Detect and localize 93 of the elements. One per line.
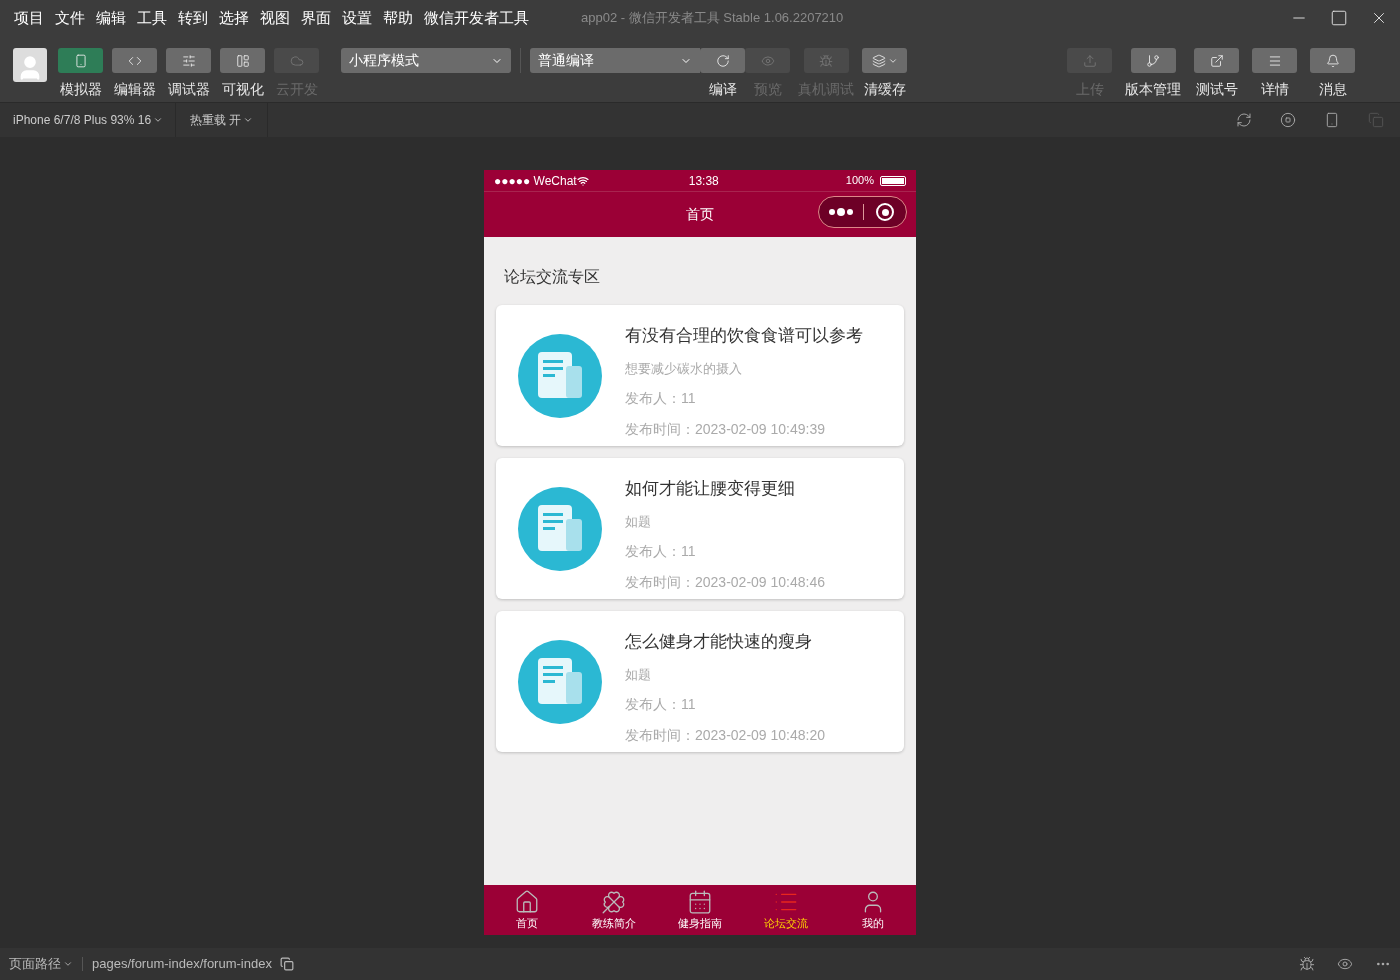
post-author: 发布人：11 bbox=[625, 542, 697, 561]
eye-icon[interactable] bbox=[1337, 956, 1353, 972]
post-card[interactable]: 有没有合理的饮食食谱可以参考 想要减少碳水的摄入 发布人：11 发布时间：2023-02-09 10:49:39 bbox=[496, 305, 904, 446]
post-time: 发布时间：2023-02-09 10:48:46 bbox=[625, 573, 825, 592]
post-title: 如何才能让腰变得更细 bbox=[625, 478, 796, 500]
calendar-icon bbox=[687, 888, 713, 915]
wifi-icon bbox=[576, 174, 589, 187]
toolbar-button[interactable] bbox=[1194, 48, 1239, 73]
post-time: 发布时间：2023-02-09 10:49:39 bbox=[625, 420, 826, 439]
menu-item[interactable]: 视图 bbox=[260, 6, 290, 30]
toolbar-label: 编译 bbox=[708, 80, 737, 99]
tab-bar-item[interactable]: 首页 bbox=[484, 885, 571, 935]
menu-icon bbox=[1267, 53, 1282, 68]
maximize-icon[interactable] bbox=[1330, 9, 1348, 27]
post-subtitle: 如题 bbox=[625, 512, 652, 531]
toolbar-label: 测试号 bbox=[1195, 80, 1238, 99]
toolbar-button[interactable] bbox=[700, 48, 745, 73]
toolbar-button[interactable] bbox=[1130, 48, 1176, 73]
tab-bar-item[interactable]: 我的 bbox=[829, 885, 917, 935]
toolbar-label: 版本管理 bbox=[1125, 80, 1181, 99]
page-path-dropdown[interactable]: 页面路径 bbox=[9, 954, 73, 974]
mode-dropdown[interactable]: 小程序模式 bbox=[341, 48, 511, 73]
target-icon bbox=[876, 203, 894, 221]
branch-icon bbox=[1146, 53, 1160, 68]
caret-icon bbox=[153, 115, 164, 125]
sliders-icon bbox=[181, 53, 196, 68]
window-title: app02 - 微信开发者工具 Stable 1.06.2207210 bbox=[581, 9, 844, 28]
toolbar-label: 消息 bbox=[1318, 80, 1347, 99]
toolbar-label: 详情 bbox=[1260, 80, 1289, 99]
toolbar-button[interactable] bbox=[58, 48, 103, 73]
bug-icon bbox=[819, 53, 833, 68]
toolbar-label: 模拟器 bbox=[59, 80, 102, 99]
hot-reload-dropdown[interactable]: 热重载 开 bbox=[176, 103, 269, 137]
menu-item[interactable]: 编辑 bbox=[96, 6, 126, 30]
copy-icon[interactable] bbox=[279, 957, 294, 971]
menu-item[interactable]: 微信开发者工具 bbox=[424, 6, 529, 30]
layout-icon bbox=[235, 53, 250, 68]
menu-item[interactable]: 设置 bbox=[342, 6, 372, 30]
toolbar-label: 调试器 bbox=[167, 80, 210, 99]
post-time: 发布时间：2023-02-09 10:48:20 bbox=[625, 726, 825, 745]
menu-item[interactable]: 选择 bbox=[219, 6, 249, 30]
layers-icon bbox=[871, 53, 886, 68]
post-subtitle: 想要减少碳水的摄入 bbox=[625, 359, 743, 378]
menu-item[interactable]: 帮助 bbox=[383, 6, 413, 30]
nav-title: 首页 bbox=[686, 205, 714, 224]
document-icon bbox=[518, 333, 602, 418]
refresh-icon bbox=[715, 53, 730, 68]
menu-item[interactable]: 界面 bbox=[301, 6, 331, 30]
menu-item[interactable]: 工具 bbox=[137, 6, 167, 30]
post-title: 有没有合理的饮食食谱可以参考 bbox=[625, 325, 863, 347]
eye-icon bbox=[760, 53, 775, 68]
toolbar-label: 清缓存 bbox=[863, 80, 906, 99]
post-card[interactable]: 如何才能让腰变得更细 如题 发布人：11 发布时间：2023-02-09 10:48:46 bbox=[496, 458, 904, 599]
post-card[interactable]: 怎么健身才能快速的瘦身 如题 发布人：11 发布时间：2023-02-09 10:48:20 bbox=[496, 611, 904, 752]
post-subtitle: 如题 bbox=[625, 665, 652, 684]
compile-dropdown[interactable]: 普通编译 bbox=[530, 48, 700, 73]
caret-icon bbox=[63, 959, 73, 969]
external-link-icon bbox=[1209, 53, 1224, 68]
bell-icon bbox=[1325, 53, 1340, 68]
post-title: 怎么健身才能快速的瘦身 bbox=[625, 631, 813, 653]
page-path: pages/forum-index/forum-index bbox=[92, 955, 272, 974]
document-icon bbox=[518, 486, 602, 571]
bug-icon[interactable] bbox=[1299, 956, 1315, 972]
battery-icon bbox=[880, 175, 906, 186]
tab-bar-item[interactable]: 健身指南 bbox=[656, 885, 744, 935]
more-icon bbox=[829, 208, 853, 216]
post-author: 发布人：11 bbox=[625, 389, 697, 408]
cloud-icon bbox=[289, 53, 304, 68]
toolbar-button[interactable] bbox=[862, 48, 907, 73]
device-dropdown[interactable]: iPhone 6/7/8 Plus 93% 16 bbox=[0, 103, 177, 137]
menu-item[interactable]: 转到 bbox=[178, 6, 208, 30]
phone-icon[interactable] bbox=[1324, 112, 1340, 128]
capsule-button[interactable] bbox=[818, 196, 907, 228]
carrier-text: ●●●●● WeChat bbox=[494, 172, 577, 190]
clock-text: 13:38 bbox=[688, 172, 719, 190]
menu-item[interactable]: 文件 bbox=[55, 6, 85, 30]
toolbar-label: 可视化 bbox=[221, 80, 264, 99]
battery-text: 100% bbox=[845, 173, 874, 189]
tab-bar-item[interactable]: 教练简介 bbox=[570, 885, 657, 935]
upload-icon bbox=[1082, 53, 1097, 68]
caret-icon bbox=[243, 115, 254, 125]
menu-item[interactable]: 项目 bbox=[14, 6, 44, 30]
rotate-icon[interactable] bbox=[1236, 112, 1252, 128]
toolbar-button[interactable] bbox=[220, 48, 265, 73]
phone-icon bbox=[73, 53, 88, 68]
toolbar-button[interactable] bbox=[1310, 48, 1355, 73]
windows-icon[interactable] bbox=[1368, 112, 1384, 128]
stop-icon[interactable] bbox=[1280, 112, 1296, 128]
toolbar-label: 编辑器 bbox=[113, 80, 156, 99]
document-icon bbox=[518, 639, 602, 724]
section-title: 论坛交流专区 bbox=[503, 267, 601, 287]
tab-bar-item[interactable]: 论坛交流 bbox=[743, 885, 830, 935]
post-author: 发布人：11 bbox=[625, 695, 697, 714]
